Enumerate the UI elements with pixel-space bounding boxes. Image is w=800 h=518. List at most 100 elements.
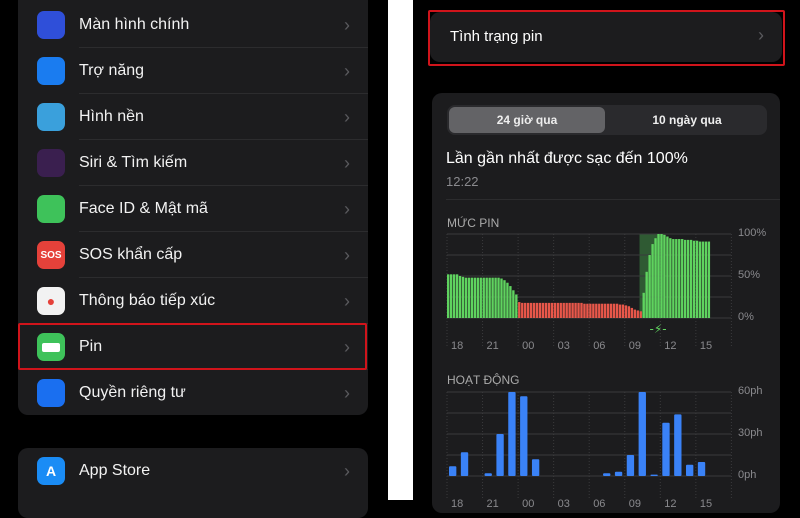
battery-level-bar	[529, 302, 533, 318]
battery-level-bar	[639, 311, 642, 318]
battery-level-bar	[618, 304, 622, 318]
battery-level-bar	[476, 277, 479, 318]
battery-level-bar	[524, 302, 527, 318]
battery-level-bar	[601, 303, 604, 318]
battery-charts: -⚡-	[446, 233, 732, 500]
battery-level-bar	[461, 276, 465, 318]
x-tick-label: 18	[451, 340, 464, 352]
battery-level-bar	[686, 239, 690, 318]
activity-bar	[686, 464, 694, 476]
battery-level-bar	[494, 277, 497, 318]
y-tick-label: 100%	[738, 227, 767, 239]
battery-level-bar	[586, 303, 589, 318]
battery-level-bar	[695, 240, 699, 318]
battery-level-bar	[606, 303, 610, 318]
activity-bar	[638, 392, 646, 476]
x-tick-label: 03	[557, 340, 570, 352]
battery-level-bar	[518, 302, 521, 318]
battery-level-bar	[500, 278, 503, 318]
x-tick-label: 00	[522, 340, 535, 352]
battery-level-bar	[636, 310, 639, 318]
y-tick-label: 0ph	[738, 469, 757, 481]
battery-level-bar	[488, 277, 491, 318]
battery-level-bar	[452, 274, 456, 318]
battery-level-bar	[553, 302, 557, 318]
battery-level-bar	[497, 277, 500, 318]
battery-level-bar	[521, 302, 524, 318]
battery-level-bar	[491, 277, 494, 318]
activity-bar	[674, 414, 682, 476]
x-tick-label: 21	[486, 340, 499, 352]
activity-bar	[614, 471, 623, 476]
activity-bar	[650, 474, 658, 476]
battery-level-bar	[574, 302, 577, 318]
battery-level-bar	[630, 307, 634, 318]
battery-level-bar	[689, 239, 693, 318]
battery-level-bar	[627, 306, 631, 318]
battery-level-bar	[707, 241, 711, 318]
battery-level-bar	[657, 234, 660, 318]
battery-level-bar	[672, 239, 675, 318]
battery-level-bar	[651, 244, 654, 318]
battery-level-bar	[692, 240, 696, 318]
battery-level-bar	[526, 302, 530, 318]
activity-bar	[460, 452, 469, 476]
battery-level-bar	[562, 302, 565, 318]
battery-level-bar	[592, 303, 595, 318]
battery-level-bar	[544, 302, 548, 318]
y-tick-label: 30ph	[738, 427, 763, 439]
battery-level-bar	[470, 277, 474, 318]
battery-level-bar	[675, 239, 678, 318]
battery-level-bar	[547, 302, 551, 318]
battery-level-bar	[538, 302, 542, 318]
battery-level-bar	[541, 302, 545, 318]
battery-level-bar	[512, 290, 515, 318]
battery-level-bar	[669, 238, 672, 318]
x-tick-label: 06	[593, 340, 606, 352]
activity-bar	[484, 473, 492, 476]
battery-level-bar	[704, 241, 708, 318]
y-tick-label: 50%	[738, 269, 761, 281]
x-tick-label: 12	[664, 340, 677, 352]
activity-bar	[626, 455, 635, 476]
battery-level-bar	[532, 302, 536, 318]
battery-level-bar	[467, 277, 471, 318]
y-tick-label: 0%	[738, 311, 754, 323]
battery-level-bar	[701, 241, 705, 318]
battery-level-bar	[615, 303, 619, 318]
battery-level-bar	[645, 271, 648, 318]
activity-bar	[508, 392, 516, 476]
battery-level-bar	[464, 277, 468, 318]
activity-bar	[520, 396, 528, 476]
battery-level-bar	[666, 236, 669, 318]
activity-bar	[603, 473, 611, 476]
battery-level-bar	[589, 303, 592, 318]
battery-level-bar	[473, 277, 477, 318]
battery-level-bar	[684, 239, 687, 318]
activity-bar	[531, 459, 540, 476]
battery-level-bar	[503, 280, 506, 318]
battery-level-bar	[482, 277, 485, 318]
battery-level-bar	[565, 302, 568, 318]
y-tick-label: 60ph	[738, 385, 763, 397]
battery-level-bar	[678, 239, 681, 318]
battery-level-bar	[535, 302, 539, 318]
battery-level-bar	[447, 274, 450, 318]
battery-level-bar	[633, 309, 636, 318]
battery-level-bar	[621, 304, 625, 318]
battery-level-bar	[506, 282, 509, 318]
x-tick-label: 15	[699, 340, 713, 352]
battery-level-bar	[612, 303, 616, 318]
battery-level-bar	[609, 303, 613, 318]
battery-level-bar	[571, 302, 574, 318]
battery-level-bar	[458, 276, 462, 318]
battery-level-bar	[455, 274, 459, 318]
battery-level-bar	[515, 294, 518, 318]
battery-level-bar	[663, 234, 666, 318]
battery-level-bar	[598, 303, 601, 318]
battery-level-bar	[485, 277, 488, 318]
battery-level-bar	[550, 302, 554, 318]
battery-level-bar	[604, 303, 607, 318]
activity-bar	[662, 422, 670, 476]
battery-level-bar	[479, 277, 482, 318]
